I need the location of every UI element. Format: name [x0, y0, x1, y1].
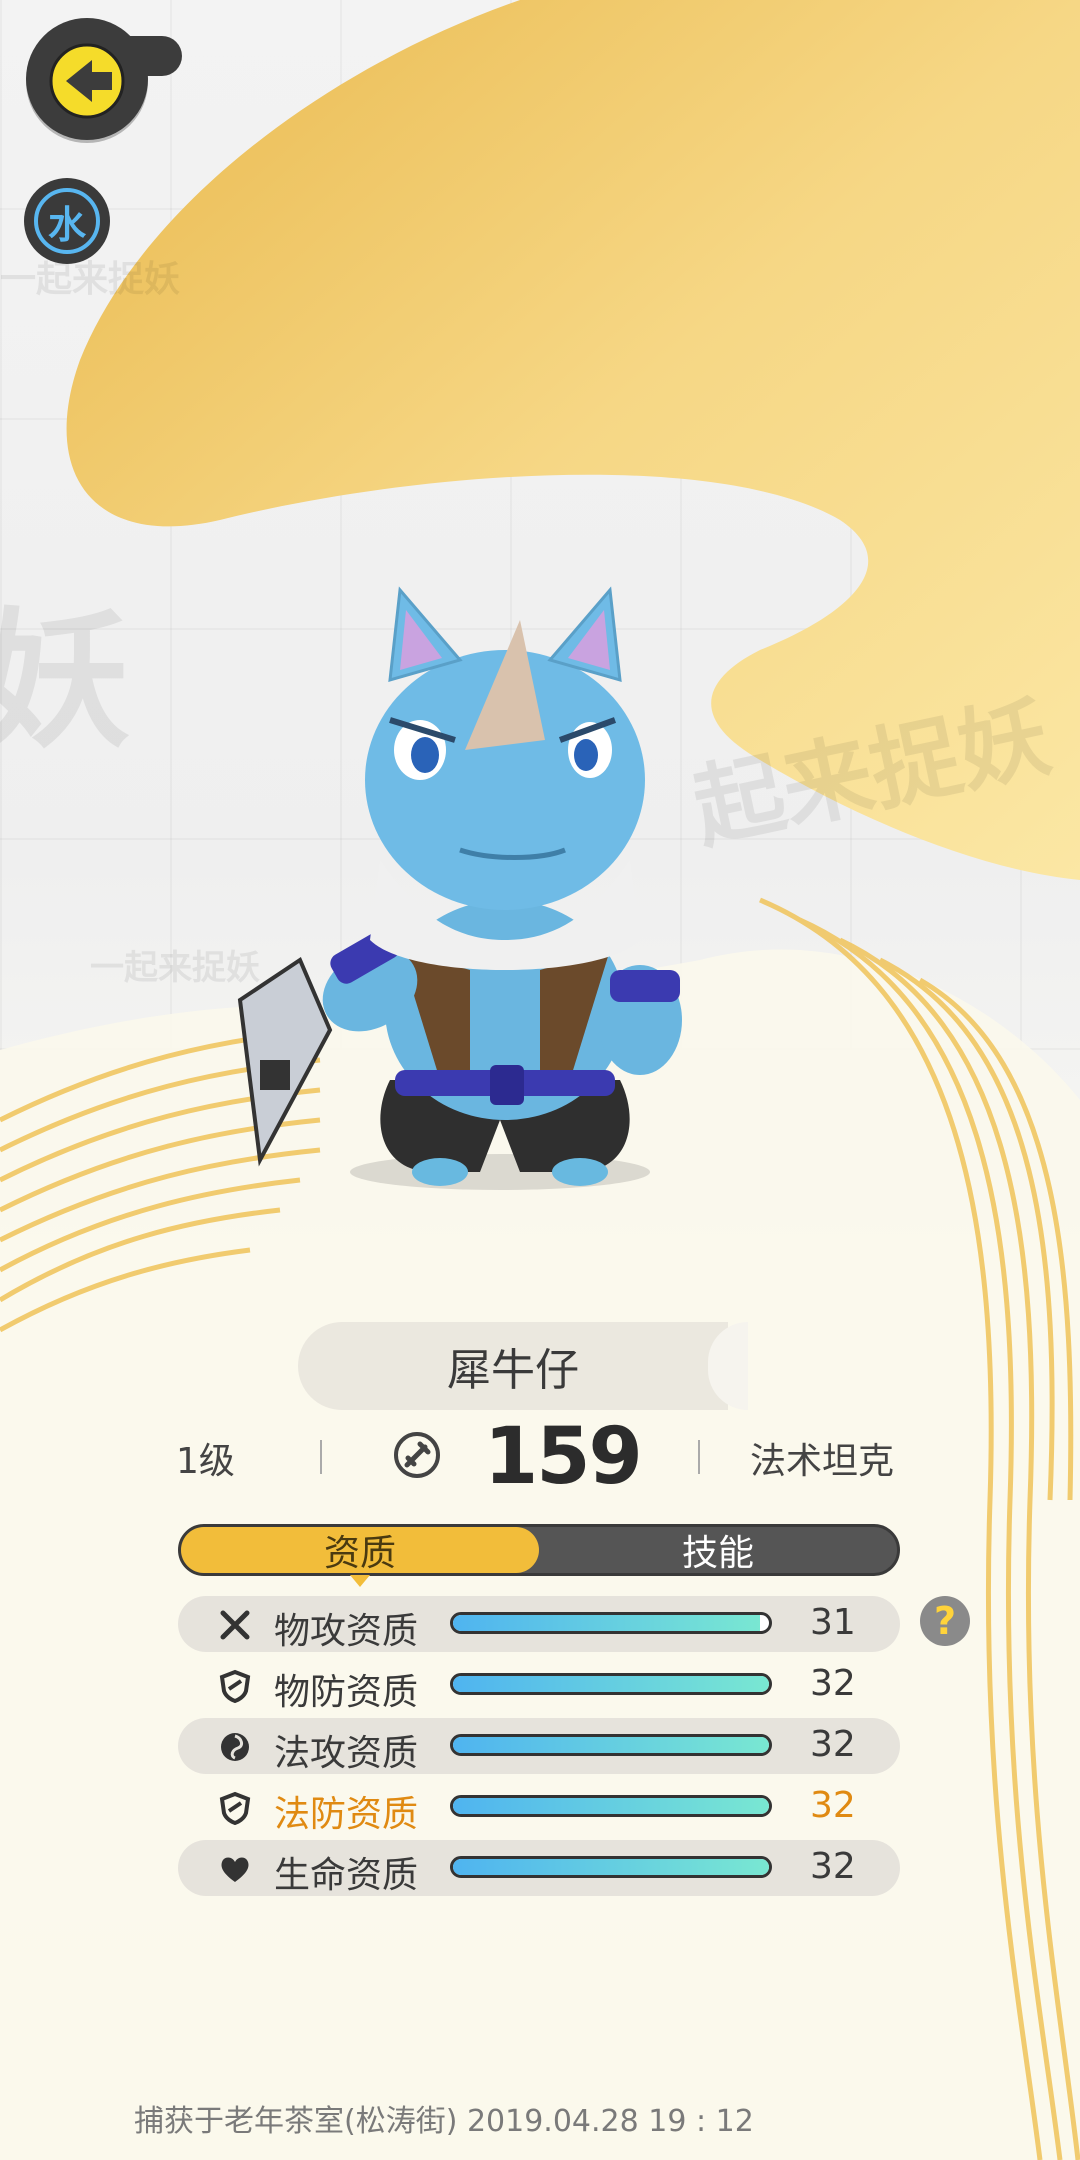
pet-info-row: 1级 159 法术坦克 [0, 1412, 1080, 1502]
stat-value: 32 [810, 1663, 856, 1704]
background-text: 妖 [0, 595, 131, 769]
crossed-swords-icon [220, 1610, 250, 1640]
stat-row-physical-attack: 物攻资质 31 [178, 1596, 900, 1652]
tab-skills-label: 技能 [681, 1533, 754, 1574]
stat-label: 物攻资质 [274, 1611, 419, 1652]
aptitude-list: 物攻资质 31 物防资质 32 法攻资质 32 法防资质 32 生命资质 32 [178, 1596, 900, 1901]
pet-character-image [237, 586, 682, 1190]
stat-value: 31 [810, 1602, 856, 1643]
combat-power-icon [394, 1432, 440, 1478]
combat-power-value: 159 [484, 1412, 643, 1502]
help-icon: ? [933, 1599, 957, 1643]
stat-bar [450, 1673, 772, 1695]
magic-swirl-icon [221, 1733, 249, 1761]
stat-bar-fill [453, 1798, 769, 1814]
tab-aptitude-label: 资质 [323, 1533, 396, 1574]
stat-row-magic-defense: 法防资质 32 [178, 1779, 900, 1835]
tab-skills[interactable]: 技能 [539, 1527, 897, 1574]
element-badge[interactable]: 水 [24, 178, 110, 264]
help-button[interactable]: ? [920, 1596, 970, 1646]
stat-label: 物防资质 [274, 1672, 419, 1713]
stat-value: 32 [810, 1785, 856, 1826]
pet-level: 1级 [176, 1441, 235, 1482]
stat-bar-fill [453, 1676, 769, 1692]
back-arrow-icon [49, 43, 125, 119]
stat-row-health: 生命资质 32 [178, 1840, 900, 1896]
back-button[interactable] [26, 18, 182, 140]
stat-row-physical-defense: 物防资质 32 [178, 1657, 900, 1713]
pet-name-plate: 犀牛仔 [298, 1322, 748, 1410]
divider [320, 1440, 322, 1474]
pet-role: 法术坦克 [750, 1441, 895, 1482]
divider [698, 1440, 700, 1474]
stat-label: 法攻资质 [274, 1733, 419, 1774]
detail-tabs: 资质 技能 [178, 1524, 900, 1587]
magic-shield-icon [219, 1791, 251, 1825]
stat-row-magic-attack: 法攻资质 32 [178, 1718, 900, 1774]
stat-bar [450, 1612, 772, 1634]
stat-bar [450, 1856, 772, 1878]
capture-info: 捕获于老年茶室(松涛街) 2019.04.28 19 : 12 [134, 2104, 754, 2139]
stat-label: 生命资质 [274, 1855, 419, 1896]
heart-icon [221, 1857, 249, 1882]
stat-bar-fill [453, 1737, 769, 1753]
stat-value: 32 [810, 1846, 856, 1887]
stat-value: 32 [810, 1724, 856, 1765]
stat-bar-fill [453, 1859, 769, 1875]
background-text: 一起来捉妖 [0, 259, 181, 300]
pet-name: 犀牛仔 [447, 1345, 579, 1396]
element-label: 水 [34, 188, 100, 254]
stat-bar-fill [453, 1615, 760, 1631]
stat-label: 法防资质 [274, 1794, 419, 1835]
tab-aptitude[interactable]: 资质 [181, 1527, 539, 1587]
stat-bar [450, 1795, 772, 1817]
stat-bar [450, 1734, 772, 1756]
shield-icon [219, 1669, 251, 1703]
